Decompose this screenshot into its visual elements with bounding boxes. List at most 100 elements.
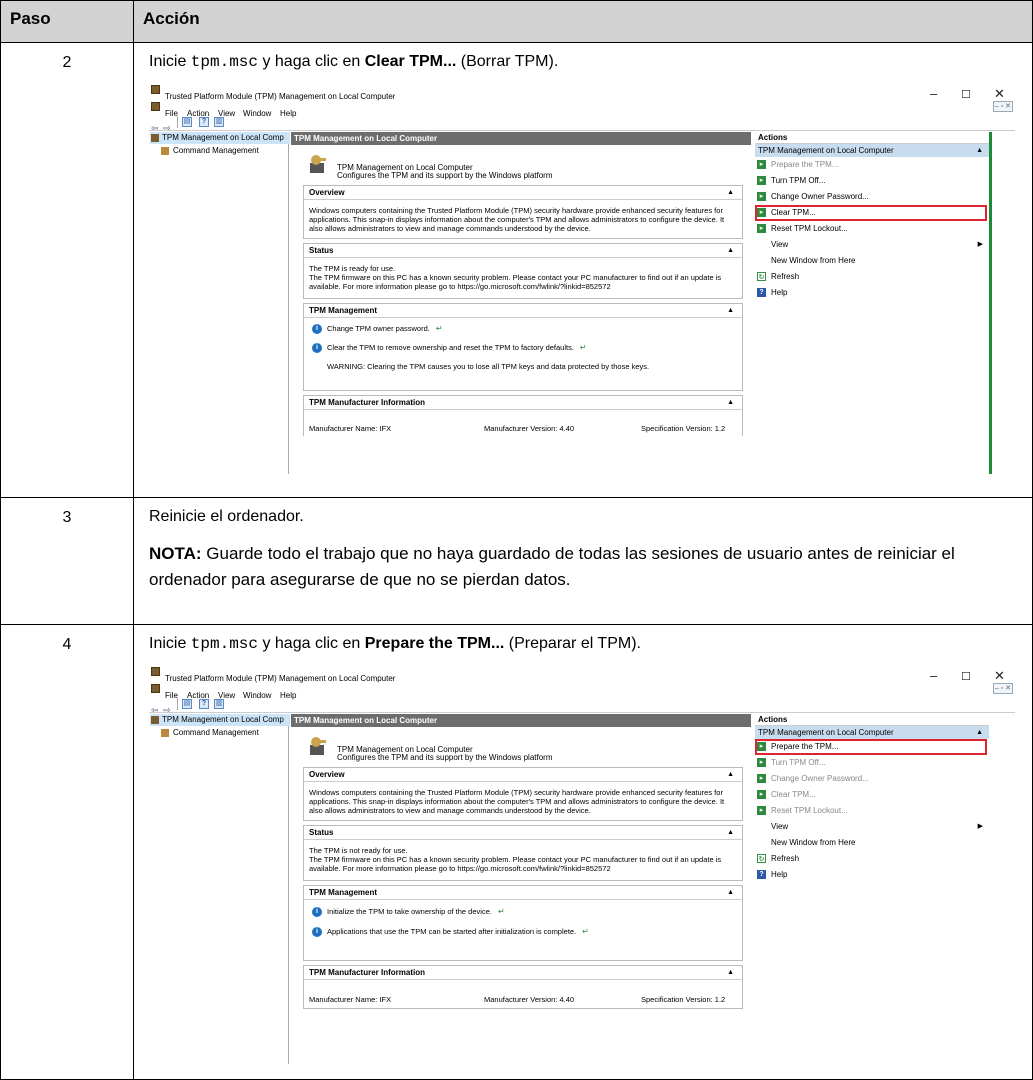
action-help[interactable]: ? Help (755, 285, 989, 301)
help-icon: ? (757, 288, 766, 297)
window-titlebar: Trusted Platform Module (TPM) Management… (149, 664, 1015, 683)
info-icon: i (312, 324, 322, 334)
collapse-caret-icon[interactable]: ▲ (727, 396, 734, 410)
link-arrow-icon[interactable]: ↵ (436, 324, 443, 333)
section-header[interactable]: TPM Management ▲ (304, 886, 742, 900)
action-turn-tpm-off[interactable]: ▸ Turn TPM Off... (755, 173, 989, 189)
section-title: TPM Manufacturer Information (309, 398, 426, 407)
link-arrow-icon[interactable]: ↵ (582, 927, 589, 936)
instruction-text: Inicie (149, 635, 191, 652)
action-refresh[interactable]: ↻ Refresh (755, 851, 989, 867)
highlight-box (755, 739, 987, 755)
action-label: New Window from Here (771, 838, 856, 847)
highlight-box (755, 205, 987, 221)
console-tree-icon[interactable]: ▤ (182, 699, 192, 709)
tree-item-command-management[interactable]: Command Management (161, 727, 259, 738)
action-icon: ▸ (757, 774, 766, 783)
step-number: 4 (0, 624, 134, 1080)
action-refresh[interactable]: ↻ Refresh (755, 269, 989, 285)
section-header[interactable]: TPM Manufacturer Information ▲ (304, 966, 742, 980)
action-view[interactable]: View ▶ (755, 819, 989, 835)
manufacturer-section: TPM Manufacturer Information ▲ Manufactur… (303, 395, 743, 436)
specification-version: Specification Version: 1.2 (641, 424, 726, 433)
window-titlebar: Trusted Platform Module (TPM) Management… (149, 82, 1015, 101)
action-turn-tpm-off[interactable]: ▸ Turn TPM Off... (755, 755, 989, 771)
action-pane-icon[interactable]: ▥ (214, 117, 224, 127)
action-reset-tpm-lockout[interactable]: ▸ Reset TPM Lockout... (755, 221, 989, 237)
link-arrow-icon[interactable]: ↵ (498, 907, 505, 916)
actions-subheader[interactable]: TPM Management on Local Computer ▲ (755, 726, 989, 739)
mdi-window-controls[interactable]: – ▫ ✕ (993, 683, 1013, 694)
action-new-window[interactable]: New Window from Here (755, 835, 989, 851)
action-change-owner-password[interactable]: ▸ Change Owner Password... (755, 189, 989, 205)
section-header[interactable]: Overview ▲ (304, 186, 742, 200)
mdi-window-controls[interactable]: – ▫ ✕ (993, 101, 1013, 112)
step-instruction: Reinicie el ordenador. (149, 508, 304, 525)
manufacturer-section: TPM Manufacturer Information ▲ Manufactur… (303, 965, 743, 1009)
tpm-chip-icon (310, 155, 326, 173)
collapse-caret-icon[interactable]: ▲ (727, 966, 734, 980)
action-label: Change Owner Password... (771, 192, 869, 201)
forward-arrow-icon[interactable]: ⇨ (163, 699, 171, 715)
section-header[interactable]: Status ▲ (304, 244, 742, 258)
action-help[interactable]: ? Help (755, 867, 989, 883)
section-header[interactable]: TPM Manufacturer Information ▲ (304, 396, 742, 410)
toolbar: ⇦ ⇨ ▤ ? ▥ (149, 696, 1015, 715)
action-icon: ▸ (757, 790, 766, 799)
collapse-caret-icon[interactable]: ▲ (727, 886, 734, 900)
instruction-text: y haga clic en (258, 635, 365, 652)
help-icon: ? (757, 870, 766, 879)
tree-item-tpm-management[interactable]: TPM Management on Local Comp (150, 132, 290, 144)
action-prepare-tpm[interactable]: ▸ Prepare the TPM... (755, 157, 989, 173)
collapse-caret-icon[interactable]: ▲ (727, 186, 734, 200)
collapse-caret-icon[interactable]: ▲ (727, 826, 734, 840)
tree-item-command-management[interactable]: Command Management (161, 145, 259, 156)
action-clear-tpm[interactable]: ▸ Clear TPM... (755, 205, 989, 221)
actions-subheader-label: TPM Management on Local Computer (758, 728, 894, 737)
action-view[interactable]: View ▶ (755, 237, 989, 253)
intro-block: TPM Management on Local Computer Configu… (291, 727, 751, 767)
tree-item-tpm-management[interactable]: TPM Management on Local Comp (150, 714, 290, 726)
section-header[interactable]: TPM Management ▲ (304, 304, 742, 318)
collapse-caret-icon[interactable]: ▲ (727, 304, 734, 318)
section-header[interactable]: Status ▲ (304, 826, 742, 840)
help-icon[interactable]: ? (199, 699, 209, 709)
collapse-caret-icon[interactable]: ▲ (727, 768, 734, 782)
menu-bar: File Action View Window Help – ▫ ✕ (149, 682, 1015, 700)
action-clear-tpm[interactable]: ▸ Clear TPM... (755, 787, 989, 803)
collapse-caret-icon[interactable]: ▲ (727, 244, 734, 258)
back-arrow-icon[interactable]: ⇦ (151, 699, 159, 715)
info-row[interactable]: i Change TPM owner password. ↵ (309, 323, 737, 339)
warning-row: WARNING: Clearing the TPM causes you to … (309, 361, 737, 377)
info-row[interactable]: i Clear the TPM to remove ownership and r… (309, 342, 737, 358)
collapse-up-icon[interactable]: ▲ (976, 726, 983, 739)
forward-arrow-icon[interactable]: ⇨ (163, 117, 171, 133)
help-icon[interactable]: ? (199, 117, 209, 127)
info-icon: i (312, 927, 322, 937)
action-prepare-tpm[interactable]: ▸ Prepare the TPM... (755, 739, 989, 755)
info-row[interactable]: i Initialize the TPM to take ownership of… (309, 906, 737, 922)
action-pane-icon[interactable]: ▥ (214, 699, 224, 709)
center-pane-header: TPM Management on Local Computer (291, 714, 751, 727)
console-tree-icon[interactable]: ▤ (182, 117, 192, 127)
actions-subheader-label: TPM Management on Local Computer (758, 146, 894, 155)
tree-item-label: TPM Management on Local Comp (162, 715, 284, 724)
action-reset-tpm-lockout[interactable]: ▸ Reset TPM Lockout... (755, 803, 989, 819)
action-change-owner-password[interactable]: ▸ Change Owner Password... (755, 771, 989, 787)
table-row-step-4: 4 Inicie tpm.msc y haga clic en Prepare … (0, 624, 1033, 1080)
action-new-window[interactable]: New Window from Here (755, 253, 989, 269)
step-instruction: Inicie tpm.msc y haga clic en Clear TPM.… (149, 51, 1022, 73)
command-code: tpm.msc (190, 635, 259, 653)
section-title: TPM Management (309, 306, 378, 315)
menu-bar: File Action View Window Help – ▫ ✕ (149, 100, 1015, 118)
collapse-up-icon[interactable]: ▲ (976, 144, 983, 157)
refresh-icon: ↻ (757, 854, 766, 863)
action-label: View (771, 240, 789, 249)
info-row[interactable]: i Applications that use the TPM can be st… (309, 926, 737, 942)
action-label: Turn TPM Off... (771, 758, 826, 767)
section-title: Overview (309, 770, 345, 779)
back-arrow-icon[interactable]: ⇦ (151, 117, 159, 133)
link-arrow-icon[interactable]: ↵ (580, 343, 587, 352)
actions-subheader[interactable]: TPM Management on Local Computer ▲ (755, 144, 989, 157)
section-header[interactable]: Overview ▲ (304, 768, 742, 782)
